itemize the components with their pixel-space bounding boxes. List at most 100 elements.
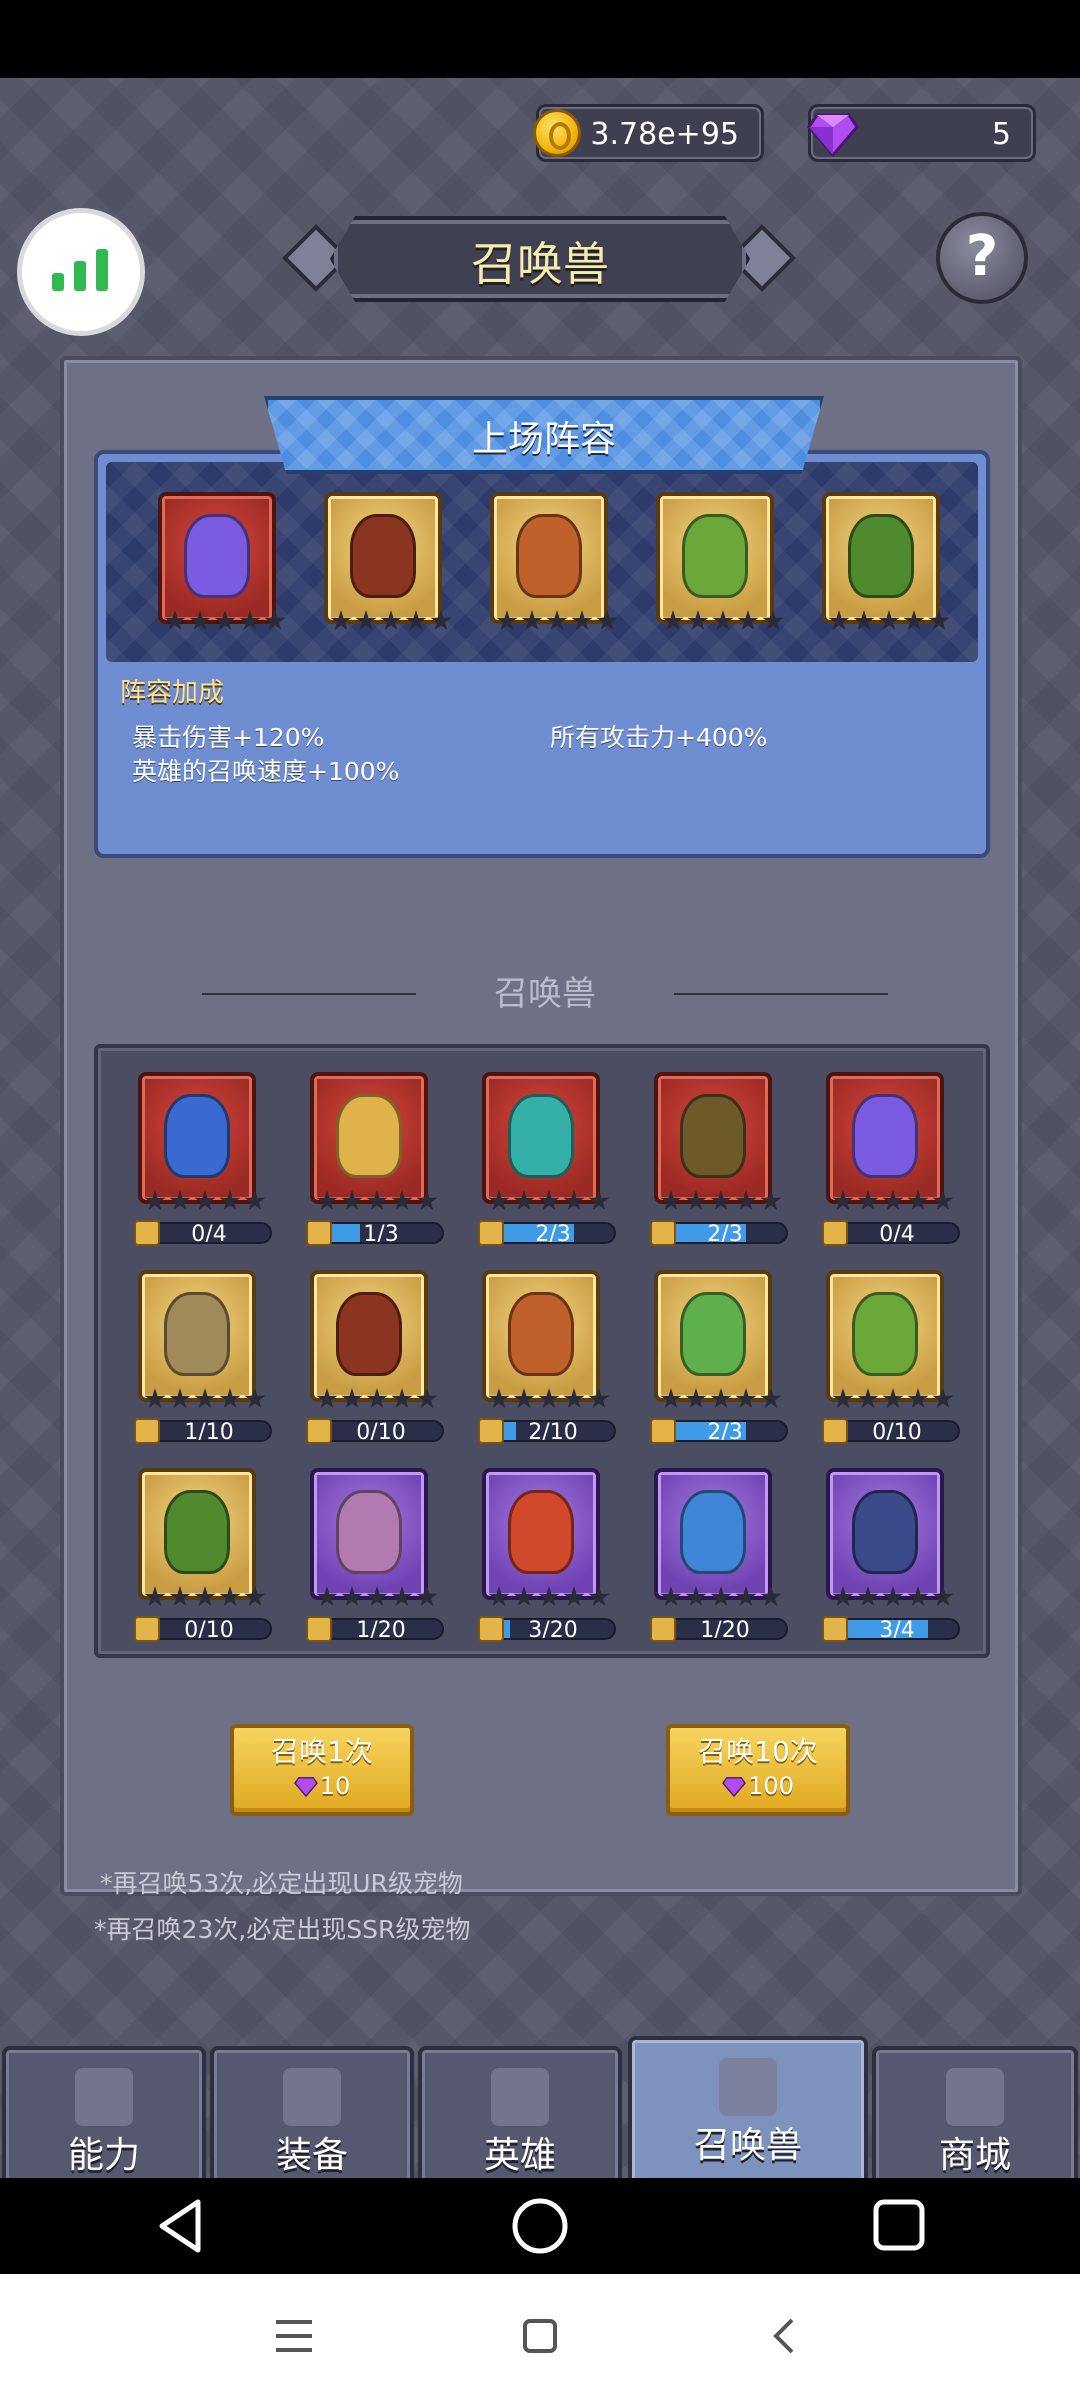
fire-demon-icon — [184, 514, 250, 598]
recents-icon[interactable] — [872, 2198, 926, 2252]
tab-ability[interactable]: 能力 — [2, 2046, 206, 2178]
star-rating — [832, 1190, 954, 1214]
summon-once-button[interactable]: 召唤1次 10 — [230, 1724, 414, 1816]
menu-icon[interactable] — [274, 2318, 314, 2354]
shard-progress-text: 0/4 — [879, 1222, 915, 1244]
summon-ten-button[interactable]: 召唤10次 100 — [666, 1724, 850, 1816]
star-rating — [330, 610, 452, 634]
puzzle-piece-icon — [478, 1418, 504, 1444]
chevron-left-icon[interactable] — [768, 2316, 798, 2356]
game-area: 3.78e+95 5 召唤兽 ? 阵容加成 暴击伤害+120% 所有攻击力+40… — [0, 78, 1080, 2178]
star-rating — [144, 1388, 266, 1412]
gem-counter: 5 — [807, 104, 1036, 162]
signal-bar-icon — [96, 249, 108, 291]
armored-knight-icon — [516, 514, 582, 598]
pity-note-ur: *再召唤53次,必定出现UR级宠物 — [100, 1869, 463, 1898]
ability-icon — [75, 2068, 133, 2126]
shop-icon — [946, 2068, 1004, 2126]
lineup-slots — [106, 462, 978, 662]
monster-card[interactable] — [654, 1270, 782, 1409]
gem-icon — [722, 1777, 746, 1797]
shard-progress-text: 3/20 — [528, 1618, 578, 1640]
monster-card[interactable] — [654, 1072, 782, 1211]
coin-value: 3.78e+95 — [590, 117, 739, 152]
shard-progress-text: 0/10 — [184, 1618, 234, 1640]
star-rating — [488, 1388, 610, 1412]
puzzle-piece-icon — [822, 1418, 848, 1444]
lineup-slot[interactable] — [656, 492, 784, 631]
monster-card[interactable] — [138, 1072, 266, 1211]
summon-once-cost-value: 10 — [319, 1772, 351, 1800]
main-panel: 阵容加成 暴击伤害+120% 所有攻击力+400% 英雄的召唤速度+100% 上… — [60, 356, 1022, 1944]
winged-insect-icon — [164, 1490, 230, 1574]
monster-card[interactable] — [310, 1270, 438, 1409]
lineup-slot[interactable] — [490, 492, 618, 631]
monster-card[interactable] — [482, 1072, 610, 1211]
shard-progress-text: 1/20 — [700, 1618, 750, 1640]
winged-insect-icon — [848, 514, 914, 598]
signal-bar-icon — [52, 273, 64, 291]
summon-ten-cost-value: 100 — [748, 1772, 794, 1800]
monster-card[interactable] — [826, 1270, 954, 1409]
puzzle-piece-icon — [822, 1220, 848, 1246]
shard-progress-bar: 3/20 — [490, 1618, 616, 1640]
back-icon[interactable] — [156, 2198, 206, 2254]
shard-progress-bar: 1/3 — [318, 1222, 444, 1244]
shard-progress-text: 2/10 — [528, 1420, 578, 1442]
plant-sprite-icon — [680, 1292, 746, 1376]
star-rating — [316, 1388, 438, 1412]
star-rating — [316, 1586, 438, 1610]
tab-shop[interactable]: 商城 — [872, 2046, 1078, 2178]
shard-progress-text: 2/3 — [707, 1420, 743, 1442]
tab-hero-label: 英雄 — [483, 2135, 556, 2176]
tab-ability-label: 能力 — [67, 2135, 140, 2176]
shard-progress-text: 3/4 — [879, 1618, 915, 1640]
monster-card[interactable] — [310, 1468, 438, 1607]
tab-equipment[interactable]: 装备 — [210, 2046, 414, 2178]
monster-card[interactable] — [482, 1468, 610, 1607]
bat-icon — [336, 1292, 402, 1376]
shard-progress-text: 1/3 — [363, 1222, 399, 1244]
fire-demon-icon — [852, 1094, 918, 1178]
star-rating — [660, 1388, 782, 1412]
monster-card[interactable] — [310, 1072, 438, 1211]
shard-progress-bar: 1/10 — [146, 1420, 272, 1442]
square-home-icon[interactable] — [522, 2318, 558, 2354]
pig-beast-icon — [336, 1490, 402, 1574]
shard-progress-text: 1/20 — [356, 1618, 406, 1640]
monster-card[interactable] — [654, 1468, 782, 1607]
puzzle-piece-icon — [306, 1220, 332, 1246]
monster-card[interactable] — [826, 1072, 954, 1211]
shard-progress-bar: 0/10 — [146, 1618, 272, 1640]
monster-card[interactable] — [138, 1270, 266, 1409]
puzzle-piece-icon — [650, 1616, 676, 1642]
coin-icon — [533, 109, 581, 157]
shard-progress-text: 0/4 — [191, 1222, 227, 1244]
page-title: 召唤兽 — [471, 237, 609, 291]
tab-hero[interactable]: 英雄 — [418, 2046, 622, 2178]
section-label: 召唤兽 — [494, 974, 596, 1014]
star-rating — [496, 610, 618, 634]
bonus-attack: 所有攻击力+400% — [550, 723, 768, 752]
lineup-slot[interactable] — [822, 492, 950, 631]
puzzle-piece-icon — [134, 1418, 160, 1444]
sword-icon — [283, 2068, 341, 2126]
shard-progress-bar: 3/4 — [834, 1618, 960, 1640]
summon-once-label: 召唤1次 — [271, 1735, 373, 1768]
star-rating — [832, 1388, 954, 1412]
flower-fairy-icon — [852, 1292, 918, 1376]
gem-value: 5 — [991, 117, 1011, 152]
monster-card[interactable] — [482, 1270, 610, 1409]
puzzle-piece-icon — [478, 1220, 504, 1246]
help-button[interactable]: ? — [936, 212, 1028, 304]
lineup-slot[interactable] — [324, 492, 452, 631]
shard-progress-bar: 0/4 — [834, 1222, 960, 1244]
monster-card[interactable] — [826, 1468, 954, 1607]
lineup-slot[interactable] — [158, 492, 286, 631]
home-icon[interactable] — [510, 2196, 570, 2256]
monster-card[interactable] — [138, 1468, 266, 1607]
tab-summon[interactable]: 召唤兽 — [628, 2036, 868, 2178]
pity-note-ssr: *再召唤23次,必定出现SSR级宠物 — [94, 1915, 471, 1944]
network-signal-button[interactable] — [22, 213, 140, 331]
divider-right — [674, 993, 888, 995]
